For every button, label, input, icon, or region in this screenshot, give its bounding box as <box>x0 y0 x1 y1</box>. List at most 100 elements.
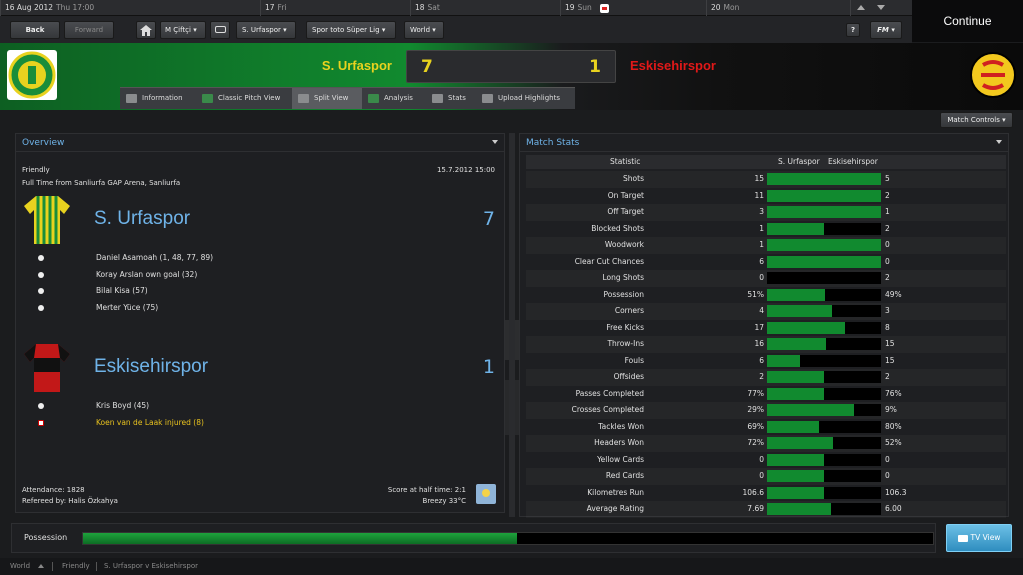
tab-stats[interactable]: Stats <box>426 88 476 109</box>
away-bar-track <box>824 420 881 433</box>
tab-upload-highlights[interactable]: Upload Highlights <box>476 88 575 109</box>
possession-label: Possession <box>24 533 68 542</box>
away-column-header[interactable]: Eskisehirspor <box>828 155 878 169</box>
chevron-down-icon: ▾ <box>432 26 436 34</box>
event-item[interactable]: Daniel Asamoah (1, 48, 77, 89) <box>96 250 213 266</box>
away-stat-value: 0 <box>885 471 890 480</box>
date-cell[interactable]: 17 Fri <box>260 0 408 16</box>
away-stat-value: 15 <box>885 339 895 348</box>
event-item[interactable]: Merter Yüce (75) <box>96 300 158 316</box>
stat-name: Kilometres Run <box>587 487 644 497</box>
away-stat-value: 3 <box>885 306 890 315</box>
away-team-crest[interactable] <box>969 51 1017 99</box>
match-date: 15.7.2012 15:00 <box>436 166 495 174</box>
home-stat-value: 6 <box>759 256 764 266</box>
overview-panel: Overview Friendly 15.7.2012 15:00 Full T… <box>15 133 505 513</box>
stat-bar-home <box>767 387 824 400</box>
stats-menu-icon[interactable] <box>996 140 1002 144</box>
upload-icon <box>482 94 493 103</box>
tab-information[interactable]: Information <box>120 88 196 109</box>
stat-row: Corners 4 3 <box>526 303 1006 320</box>
event-item[interactable]: Kris Boyd (45) <box>96 398 149 414</box>
date-cell-today[interactable]: 16 Aug 2012 Thu 17:00 <box>0 0 258 16</box>
fm-label: FM <box>877 26 889 34</box>
date-cell[interactable]: 18 Sat <box>410 0 558 16</box>
stat-row: Blocked Shots 1 2 <box>526 221 1006 238</box>
manager-dropdown[interactable]: M Çiftçi ▾ <box>160 21 206 39</box>
breadcrumb-match[interactable]: S. Urfaspor v Eskisehirspor <box>104 558 198 575</box>
date-cell-match[interactable]: 19 Sun <box>560 0 705 16</box>
stat-bar-home <box>767 321 845 334</box>
stat-name: Yellow Cards <box>597 454 644 464</box>
date-cell[interactable]: 20 Mon <box>706 0 848 16</box>
navigation-bar: Back Forward M Çiftçi ▾ S. Urfaspor ▾ Sp… <box>0 16 912 43</box>
away-stat-value: 0 <box>885 454 890 464</box>
analysis-icon <box>368 94 379 103</box>
home-team-title[interactable]: S. Urfaspor <box>94 208 190 230</box>
stat-name: Corners <box>614 306 644 315</box>
away-stat-value: 0 <box>885 256 890 266</box>
forward-button[interactable]: Forward <box>64 21 114 39</box>
stat-bar-home <box>767 453 824 466</box>
goal-icon <box>38 403 44 409</box>
split-divider[interactable] <box>509 133 515 517</box>
league-dropdown[interactable]: Spor toto Süper Lig ▾ <box>306 21 396 39</box>
away-team-name[interactable]: Eskisehirspor <box>630 58 716 73</box>
away-kit-icon <box>24 342 70 394</box>
stats-header-row: Statistic S. Urfaspor Eskisehirspor <box>526 155 1006 169</box>
stat-row: Woodwork 1 0 <box>526 237 1006 254</box>
breadcrumb-competition[interactable]: Friendly <box>62 558 90 575</box>
scroll-up-icon[interactable] <box>857 5 865 10</box>
team-dropdown[interactable]: S. Urfaspor ▾ <box>236 21 296 39</box>
overview-menu-icon[interactable] <box>492 140 498 144</box>
stat-bar-home <box>767 371 824 383</box>
stat-row: Headers Won 72% 52% <box>526 435 1006 452</box>
scroll-down-icon[interactable] <box>877 5 885 10</box>
home-team-crest[interactable] <box>7 50 57 100</box>
event-item[interactable]: Koen van de Laak injured (8) <box>96 415 204 431</box>
away-stat-value: 1 <box>885 207 890 216</box>
tab-label: Upload Highlights <box>498 94 561 102</box>
home-stat-value: 72% <box>747 438 764 447</box>
match-controls-dropdown[interactable]: Match Controls ▾ <box>940 112 1013 128</box>
back-button[interactable]: Back <box>10 21 60 39</box>
event-item[interactable]: Bilal Kisa (57) <box>96 283 148 299</box>
event-item[interactable]: Koray Arslan own goal (32) <box>96 267 197 283</box>
breadcrumb-up-icon[interactable] <box>38 564 44 568</box>
stat-row: Crosses Completed 29% 9% <box>526 402 1006 419</box>
away-stat-value: 2 <box>885 372 890 381</box>
stats-icon <box>432 94 443 103</box>
day-label: Mon <box>723 3 740 12</box>
continue-button[interactable]: Continue <box>912 0 1023 42</box>
possession-strip: Possession <box>11 523 936 553</box>
stat-name: Offsides <box>613 372 644 381</box>
home-button[interactable] <box>136 21 156 39</box>
tab-label: Split View <box>314 94 349 102</box>
home-team-name[interactable]: S. Urfaspor <box>290 58 392 73</box>
home-stat-value: 29% <box>747 405 764 414</box>
stat-name: On Target <box>607 190 644 200</box>
league-label: Spor toto Süper Lig <box>312 26 380 34</box>
world-dropdown[interactable]: World ▾ <box>404 21 444 39</box>
pitch-icon <box>202 94 213 103</box>
stat-column-header[interactable]: Statistic <box>610 155 640 169</box>
stat-bar-home <box>767 437 833 449</box>
date-label: 20 <box>711 3 721 12</box>
split-view-icon <box>298 94 309 103</box>
mail-icon <box>214 26 226 33</box>
away-stat-value: 2 <box>885 223 890 233</box>
tab-split-view[interactable]: Split View <box>292 88 362 109</box>
stat-bar-home <box>767 404 854 416</box>
stat-row: Off Target 3 1 <box>526 204 1006 221</box>
help-button[interactable]: ? <box>846 23 860 37</box>
inbox-button[interactable] <box>210 21 230 39</box>
breadcrumb-world[interactable]: World <box>10 558 30 575</box>
info-icon <box>126 94 137 103</box>
tab-analysis[interactable]: Analysis <box>362 88 426 109</box>
breadcrumb-separator <box>52 562 53 571</box>
tab-classic-pitch-view[interactable]: Classic Pitch View <box>196 88 292 109</box>
away-team-title[interactable]: Eskisehirspor <box>94 356 208 378</box>
tv-view-button[interactable]: TV View <box>946 524 1012 552</box>
home-column-header[interactable]: S. Urfaspor <box>778 155 820 169</box>
fm-menu-button[interactable]: FM ▾ <box>870 21 902 39</box>
